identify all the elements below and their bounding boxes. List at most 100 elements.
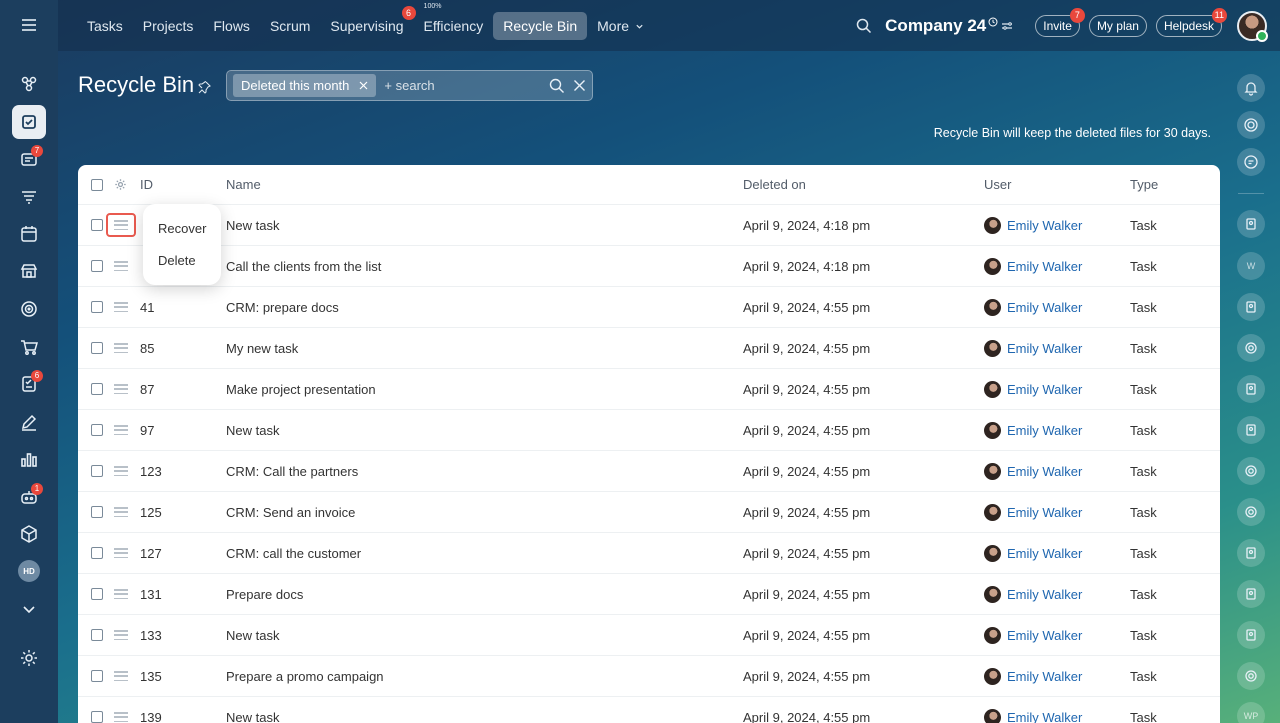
nav-efficiency[interactable]: 100% Efficiency — [414, 3, 494, 40]
row-user-link[interactable]: Emily Walker — [984, 339, 1082, 357]
row-user-link[interactable]: Emily Walker — [984, 626, 1082, 644]
my-plan-button[interactable]: My plan — [1088, 14, 1147, 37]
bell-icon[interactable] — [1237, 74, 1265, 102]
row-checkbox[interactable] — [91, 219, 103, 231]
row-menu-icon[interactable] — [114, 630, 128, 640]
sliders-icon[interactable] — [1001, 20, 1013, 32]
table-row[interactable]: 87 Make project presentation April 9, 2024… — [78, 369, 1220, 410]
row-menu-button[interactable] — [106, 213, 136, 237]
row-checkbox[interactable] — [91, 260, 103, 272]
row-menu-icon[interactable] — [114, 466, 128, 476]
row-menu-icon[interactable] — [114, 589, 128, 599]
row-menu-icon[interactable] — [114, 712, 128, 722]
row-menu-icon[interactable] — [114, 343, 128, 353]
company-name[interactable]: Company 24 — [885, 16, 986, 36]
copilot-chat-icon[interactable] — [1237, 498, 1265, 526]
crm-icon[interactable] — [12, 67, 46, 101]
row-checkbox[interactable] — [91, 383, 103, 395]
target-icon[interactable] — [12, 292, 46, 326]
row-checkbox[interactable] — [91, 588, 103, 600]
row-user-link[interactable]: Emily Walker — [984, 421, 1082, 439]
nav-recycle-bin[interactable]: Recycle Bin — [493, 11, 588, 40]
search-input[interactable]: + search — [384, 78, 549, 93]
table-row[interactable]: Call the clients from the list April 9, 2… — [78, 246, 1220, 287]
store-icon[interactable] — [12, 254, 46, 288]
row-checkbox[interactable] — [91, 670, 103, 682]
menu-toggle-icon[interactable] — [12, 8, 46, 42]
table-row[interactable]: 123 CRM: Call the partners April 9, 2024, … — [78, 451, 1220, 492]
recover-menu-item[interactable]: Recover — [158, 221, 206, 236]
select-all-checkbox[interactable] — [91, 178, 103, 191]
contact-icon[interactable] — [1237, 210, 1265, 238]
row-menu-icon[interactable] — [114, 671, 128, 681]
helpdesk-button[interactable]: Helpdesk 11 — [1155, 7, 1227, 37]
header-user[interactable]: User — [984, 165, 1011, 204]
search-icon[interactable] — [549, 78, 565, 94]
delete-menu-item[interactable]: Delete — [158, 253, 196, 268]
copilot-chat-icon[interactable] — [1237, 457, 1265, 485]
row-checkbox[interactable] — [91, 465, 103, 477]
search-icon[interactable] — [856, 18, 872, 34]
robot-icon[interactable]: 1 — [12, 480, 46, 514]
row-checkbox[interactable] — [91, 629, 103, 641]
nav-scrum[interactable]: Scrum — [260, 12, 320, 40]
row-user-link[interactable]: Emily Walker — [984, 380, 1082, 398]
copilot-chat-icon[interactable] — [1237, 662, 1265, 690]
filter-chip[interactable]: Deleted this month — [233, 74, 377, 97]
header-id[interactable]: ID — [140, 165, 153, 204]
chevron-down-icon[interactable] — [12, 592, 46, 626]
cart-icon[interactable] — [12, 330, 46, 364]
row-user-link[interactable]: Emily Walker — [984, 503, 1082, 521]
tasks-list-icon[interactable]: 6 — [12, 367, 46, 401]
user-avatar[interactable] — [1237, 11, 1268, 42]
row-checkbox[interactable] — [91, 301, 103, 313]
feed-icon[interactable]: 7 — [12, 142, 46, 176]
row-checkbox[interactable] — [91, 547, 103, 559]
chat-icon[interactable] — [1237, 148, 1265, 176]
box-icon[interactable] — [12, 517, 46, 551]
copilot-icon[interactable] — [1237, 111, 1265, 139]
row-menu-icon[interactable] — [114, 548, 128, 558]
copilot-chat-icon[interactable] — [1237, 334, 1265, 362]
table-row[interactable]: 97 New task April 9, 2024, 4:55 pm Emily Wa… — [78, 410, 1220, 451]
table-row[interactable]: 135 Prepare a promo campaign April 9, 2024… — [78, 656, 1220, 697]
nav-supervising[interactable]: Supervising 6 — [320, 5, 416, 40]
nav-tasks[interactable]: Tasks — [77, 12, 133, 40]
row-user-link[interactable]: Emily Walker — [984, 667, 1082, 685]
analytics-icon[interactable] — [12, 442, 46, 476]
row-checkbox[interactable] — [91, 424, 103, 436]
table-row[interactable]: 41 CRM: prepare docs April 9, 2024, 4:55 p… — [78, 287, 1220, 328]
pen-icon[interactable] — [12, 405, 46, 439]
contact-wp-avatar[interactable]: WP — [1237, 702, 1265, 723]
nav-flows[interactable]: Flows — [203, 12, 260, 40]
calendar-icon[interactable] — [12, 217, 46, 251]
row-checkbox[interactable] — [91, 342, 103, 354]
nav-projects[interactable]: Projects — [133, 12, 204, 40]
table-row[interactable]: 127 CRM: call the customer April 9, 2024, … — [78, 533, 1220, 574]
table-row[interactable]: 133 New task April 9, 2024, 4:55 pm Emily W… — [78, 615, 1220, 656]
row-menu-icon[interactable] — [114, 507, 128, 517]
column-settings-gear-icon[interactable] — [114, 178, 127, 191]
row-checkbox[interactable] — [91, 711, 103, 723]
close-icon[interactable] — [359, 81, 368, 90]
row-user-link[interactable]: Emily Walker — [984, 216, 1082, 234]
nav-more[interactable]: More — [587, 12, 654, 40]
contact-icon[interactable] — [1237, 539, 1265, 567]
row-user-link[interactable]: Emily Walker — [984, 544, 1082, 562]
tasks-icon[interactable] — [12, 105, 46, 139]
row-user-link[interactable]: Emily Walker — [984, 708, 1082, 723]
row-menu-icon[interactable] — [114, 302, 128, 312]
contact-icon[interactable] — [1237, 621, 1265, 649]
contact-icon[interactable] — [1237, 416, 1265, 444]
close-icon[interactable] — [573, 79, 586, 92]
search-filter-bar[interactable]: Deleted this month + search — [226, 70, 593, 101]
contact-w-avatar[interactable]: W — [1237, 252, 1265, 280]
table-row[interactable]: New task April 9, 2024, 4:18 pm Emily Walk… — [78, 205, 1220, 246]
row-menu-icon[interactable] — [114, 425, 128, 435]
settings-gear-icon[interactable] — [12, 641, 46, 675]
header-name[interactable]: Name — [226, 165, 261, 204]
row-checkbox[interactable] — [91, 506, 103, 518]
row-user-link[interactable]: Emily Walker — [984, 257, 1082, 275]
invite-button[interactable]: Invite 7 — [1035, 7, 1085, 37]
table-row[interactable]: 131 Prepare docs April 9, 2024, 4:55 pm Emi… — [78, 574, 1220, 615]
